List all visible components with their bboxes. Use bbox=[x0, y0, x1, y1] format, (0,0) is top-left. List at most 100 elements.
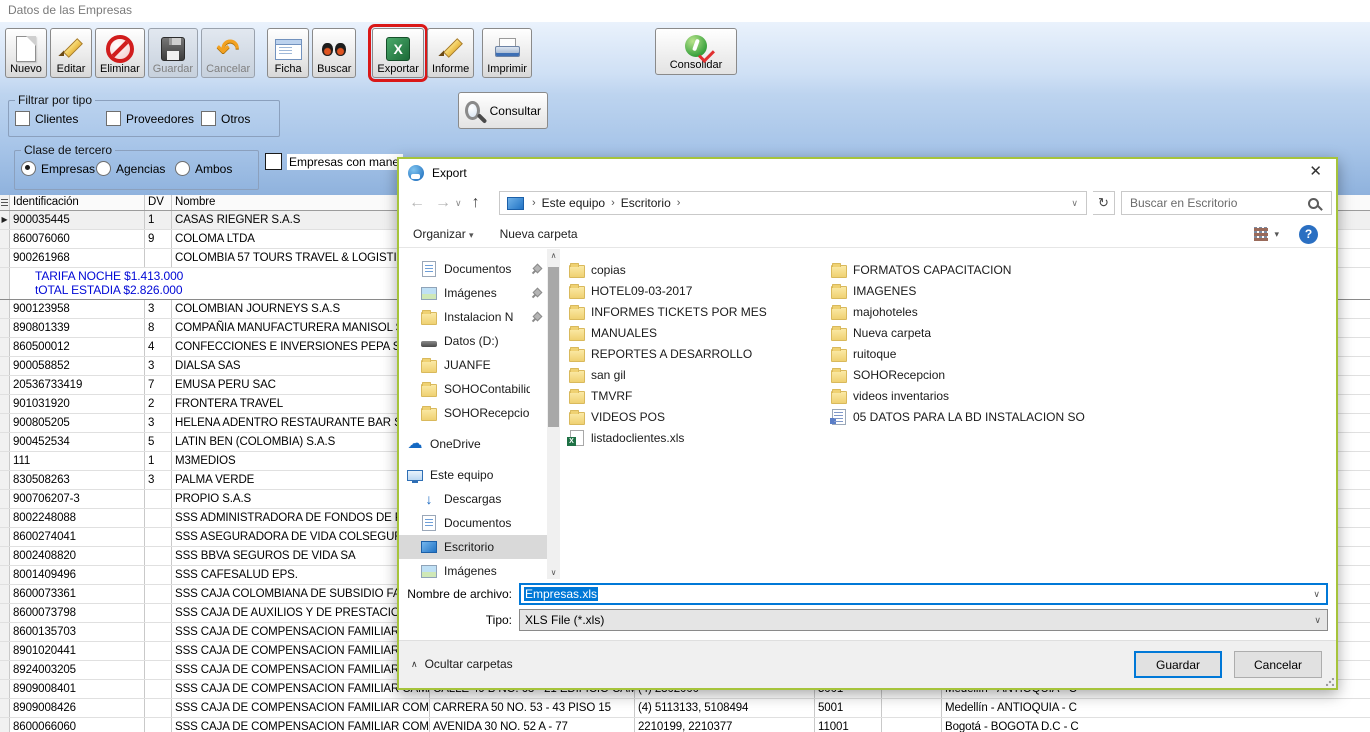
cell-dv[interactable]: 7 bbox=[145, 376, 172, 394]
row-selector[interactable] bbox=[0, 230, 10, 248]
toolbar-button[interactable]: Imprimir bbox=[482, 28, 532, 78]
file-item[interactable]: FORMATOS CAPACITACION bbox=[831, 259, 1086, 280]
cell-dv[interactable]: 2 bbox=[145, 395, 172, 413]
refresh-icon[interactable]: ↻ bbox=[1093, 191, 1115, 215]
cell-nombre[interactable]: SSS CAJA DE COMPENSACION FAMILIAR C bbox=[172, 661, 430, 679]
cell-identificacion[interactable]: 8600274041 bbox=[10, 528, 145, 546]
sidebar-item[interactable]: Imágenes bbox=[399, 559, 547, 579]
cell-nombre[interactable]: SSS BBVA SEGUROS DE VIDA SA bbox=[172, 547, 430, 565]
cell-identificacion[interactable]: 900261968 bbox=[10, 249, 145, 267]
cell-identificacion[interactable]: 860500012 bbox=[10, 338, 145, 356]
checkbox-otros[interactable]: Otros bbox=[201, 111, 250, 126]
new-folder-button[interactable]: Nueva carpeta bbox=[500, 227, 578, 241]
organize-button[interactable]: Organizar ▾ bbox=[413, 227, 474, 241]
row-selector[interactable] bbox=[0, 661, 10, 679]
row-selector[interactable] bbox=[0, 718, 10, 732]
help-icon[interactable]: ? bbox=[1299, 225, 1318, 244]
breadcrumb-chevron-icon[interactable]: ∨ bbox=[1071, 198, 1078, 209]
row-selector[interactable] bbox=[0, 300, 10, 318]
sidebar-item[interactable]: Documentos bbox=[399, 511, 547, 535]
file-item[interactable]: TMVRF bbox=[569, 385, 824, 406]
cell-identificacion[interactable]: 8002248088 bbox=[10, 509, 145, 527]
cell-nombre[interactable]: SSS CAJA COLOMBIANA DE SUBSIDIO FAM bbox=[172, 585, 430, 603]
close-icon[interactable]: ✕ bbox=[1309, 164, 1322, 180]
cell-ciudad[interactable]: Medellín - ANTIOQUIA - C bbox=[942, 699, 1370, 717]
checkbox-icon[interactable] bbox=[15, 111, 30, 126]
cell-direccion[interactable]: AVENIDA 30 NO. 52 A - 77 bbox=[430, 718, 635, 732]
cell-identificacion[interactable]: 8909008401 bbox=[10, 680, 145, 698]
radio-ambos[interactable]: Ambos bbox=[175, 161, 232, 176]
row-selector[interactable] bbox=[0, 566, 10, 584]
cell-nombre[interactable]: SSS CAJA DE COMPENSACION FAMILIAR C bbox=[172, 642, 430, 660]
filename-value[interactable]: Empresas.xls bbox=[524, 587, 598, 601]
column-header-dv[interactable]: DV bbox=[145, 195, 172, 210]
radio-icon[interactable] bbox=[96, 161, 111, 176]
cell-nombre[interactable]: SSS ASEGURADORA DE VIDA COLSEGURO bbox=[172, 528, 430, 546]
file-item[interactable]: Nueva carpeta bbox=[831, 322, 1086, 343]
up-icon[interactable]: ↑ bbox=[472, 194, 480, 212]
row-selector[interactable] bbox=[0, 604, 10, 622]
sidebar-item[interactable]: Imágenes bbox=[399, 281, 547, 305]
cell-telefono[interactable]: 2210199, 2210377 bbox=[635, 718, 815, 732]
row-selector[interactable] bbox=[0, 623, 10, 641]
filename-chevron-icon[interactable]: ∨ bbox=[1313, 589, 1320, 600]
checkbox-proveedores[interactable]: Proveedores bbox=[106, 111, 201, 126]
cell-identificacion[interactable]: 8600066060 bbox=[10, 718, 145, 732]
cell-identificacion[interactable]: 8002408820 bbox=[10, 547, 145, 565]
sidebar-item[interactable]: ☁ OneDrive bbox=[399, 432, 547, 456]
cell-identificacion[interactable]: 860076060 bbox=[10, 230, 145, 248]
file-item[interactable]: ruitoque bbox=[831, 343, 1086, 364]
checkbox-empresas-manejo[interactable]: Empresas con manejo c bbox=[265, 153, 403, 170]
file-item[interactable]: listadoclientes.xls bbox=[569, 427, 824, 448]
row-selector[interactable] bbox=[0, 319, 10, 337]
filetype-chevron-icon[interactable]: ∨ bbox=[1314, 615, 1321, 626]
file-item[interactable]: INFORMES TICKETS POR MES bbox=[569, 301, 824, 322]
breadcrumb-escritorio[interactable]: Escritorio bbox=[617, 196, 675, 210]
file-item[interactable]: 05 DATOS PARA LA BD INSTALACION SO... bbox=[831, 406, 1086, 427]
cell-dv[interactable] bbox=[145, 661, 172, 679]
row-selector[interactable] bbox=[0, 433, 10, 451]
cell-telefono[interactable]: (4) 5113133, 5108494 bbox=[635, 699, 815, 717]
file-item[interactable]: san gil bbox=[569, 364, 824, 385]
cell-nombre[interactable]: SSS CAJA DE COMPENSACION FAMILIAR COMFEN bbox=[172, 699, 430, 717]
cell-dv[interactable]: 5 bbox=[145, 433, 172, 451]
scroll-down-icon[interactable]: ∨ bbox=[547, 568, 560, 577]
filetype-select[interactable]: XLS File (*.xls) ∨ bbox=[519, 609, 1328, 631]
cell-direccion[interactable]: CARRERA 50 NO. 53 - 43 PISO 15 bbox=[430, 699, 635, 717]
table-row[interactable]: 8909008426 SSS CAJA DE COMPENSACION FAMI… bbox=[0, 699, 1370, 718]
cell-dv[interactable]: 3 bbox=[145, 414, 172, 432]
cell-nombre[interactable]: SSS CAJA DE AUXILIOS Y DE PRESTACION bbox=[172, 604, 430, 622]
history-chevron-icon[interactable]: ∨ bbox=[455, 198, 462, 209]
row-selector[interactable] bbox=[0, 338, 10, 356]
row-selector[interactable] bbox=[0, 249, 10, 267]
resize-grip[interactable] bbox=[1326, 678, 1334, 686]
row-selector[interactable] bbox=[0, 585, 10, 603]
row-selector[interactable] bbox=[0, 490, 10, 508]
cell-dv[interactable]: 3 bbox=[145, 471, 172, 489]
cell-identificacion[interactable]: 900452534 bbox=[10, 433, 145, 451]
cell-nombre[interactable]: M3MEDIOS bbox=[172, 452, 430, 470]
cell-dv[interactable]: 1 bbox=[145, 452, 172, 470]
forward-icon[interactable]: → bbox=[435, 194, 451, 212]
cell-identificacion[interactable]: 20536733419 bbox=[10, 376, 145, 394]
sidebar-item[interactable]: SOHOContabilid bbox=[399, 377, 547, 401]
cell-identificacion[interactable]: 900706207-3 bbox=[10, 490, 145, 508]
sidebar-item[interactable]: JUANFE bbox=[399, 353, 547, 377]
toolbar-button[interactable]: Nuevo bbox=[5, 28, 47, 78]
radio-icon-selected[interactable] bbox=[21, 161, 36, 176]
cell-nombre[interactable]: EMUSA PERU SAC bbox=[172, 376, 430, 394]
row-selector[interactable] bbox=[0, 528, 10, 546]
cell-identificacion[interactable]: 8924003205 bbox=[10, 661, 145, 679]
cell-nombre[interactable]: PALMA VERDE bbox=[172, 471, 430, 489]
cell-identificacion[interactable]: 830508263 bbox=[10, 471, 145, 489]
cell-nombre[interactable]: CASAS RIEGNER S.A.S bbox=[172, 211, 430, 229]
cell-nombre[interactable]: SSS CAJA DE COMPENSACION FAMILIAR COMFEN bbox=[172, 718, 430, 732]
radio-icon[interactable] bbox=[175, 161, 190, 176]
toolbar-button[interactable]: Ficha bbox=[267, 28, 309, 78]
toolbar-button[interactable]: Buscar bbox=[312, 28, 356, 78]
cell-identificacion[interactable]: 8600073798 bbox=[10, 604, 145, 622]
file-item[interactable]: HOTEL09-03-2017 bbox=[569, 280, 824, 301]
checkbox-icon[interactable] bbox=[201, 111, 216, 126]
cell-dv[interactable]: 9 bbox=[145, 230, 172, 248]
cell-nombre[interactable]: SSS CAJA DE COMPENSACION FAMILIAR CAMACO bbox=[172, 680, 430, 698]
